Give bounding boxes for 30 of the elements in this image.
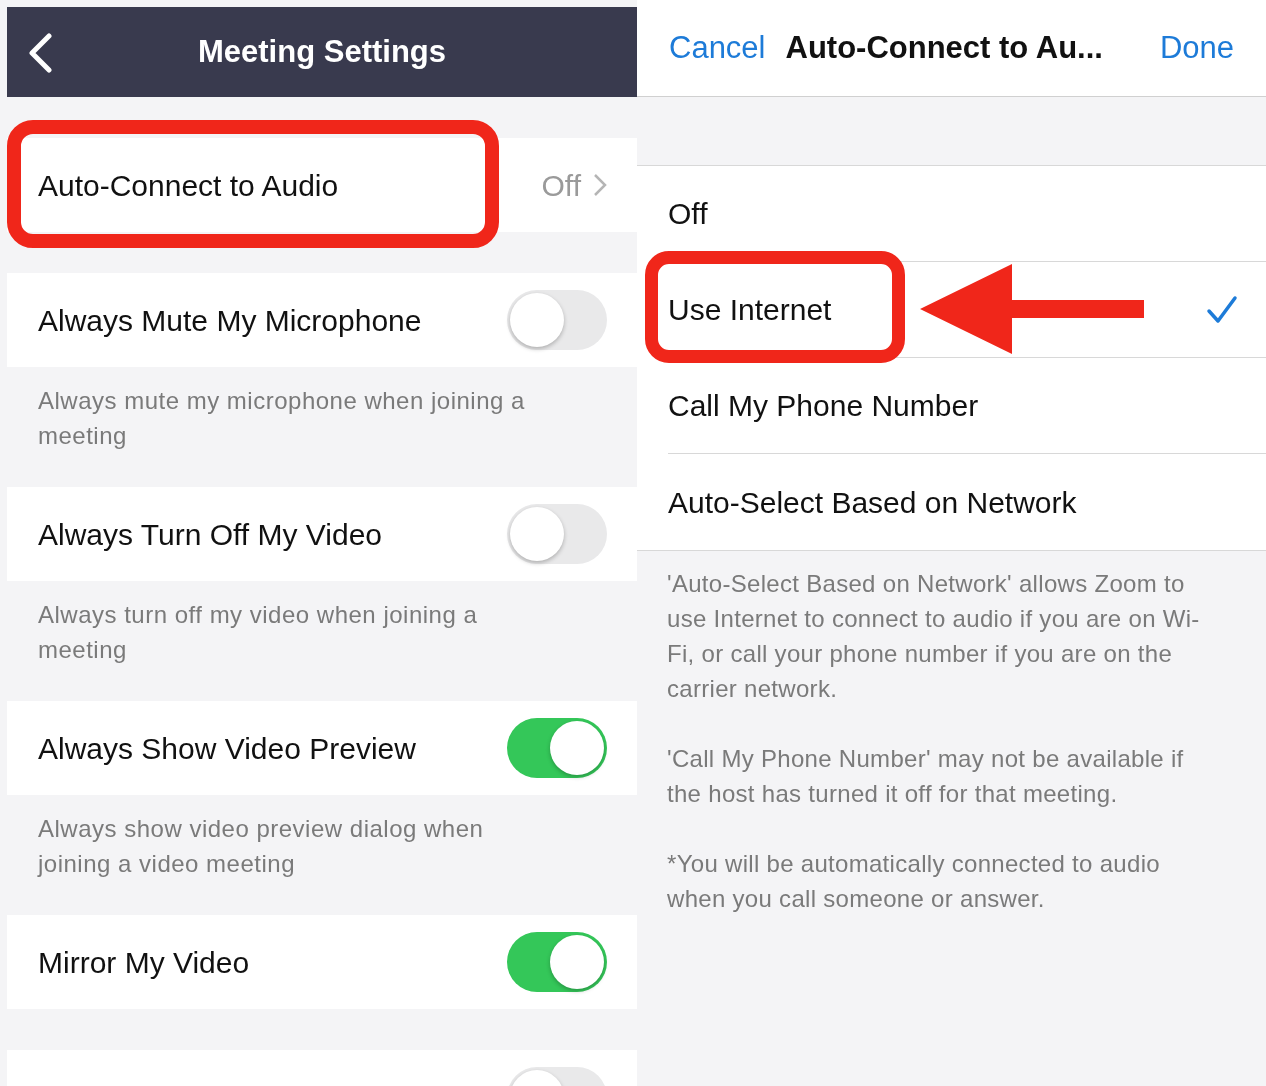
row-label: Always Mute My Microphone <box>38 302 423 339</box>
row-label: Always Turn Off My Video <box>38 516 384 553</box>
toggle-switch[interactable] <box>507 290 607 350</box>
note-text: 'Call My Phone Number' may not be available if the host has turned it off for that meeting. <box>667 744 1185 809</box>
toggle-switch[interactable] <box>507 932 607 992</box>
row-value: Off <box>541 167 581 204</box>
settings-row[interactable]: Auto-Connect to Audio Off <box>7 138 637 232</box>
row-description: Always mute my microphone when joining a meeting <box>38 386 526 451</box>
settings-row[interactable]: Mirror My Video <box>7 915 637 1009</box>
toggle-switch[interactable] <box>507 504 607 564</box>
settings-row[interactable]: Always Mute My Microphone <box>7 273 637 367</box>
audio-option[interactable]: Call My Phone Number <box>668 358 1266 454</box>
audio-option[interactable]: Auto-Select Based on Network <box>668 454 1266 550</box>
row-description: Always show video preview dialog when joining a video meeting <box>38 814 485 879</box>
note-text: 'Auto-Select Based on Network' allows Zoom to use Internet to connect to audio if you are on Wi-Fi, or call your phone number if you are on the carrier network. <box>667 569 1201 704</box>
back-icon[interactable] <box>27 33 53 73</box>
row-label: Auto-Connect to Audio <box>38 167 340 204</box>
note-text: *You will be automatically connected to audio when you call someone or answer. <box>667 849 1161 914</box>
cancel-button[interactable]: Cancel <box>669 24 766 72</box>
settings-row[interactable]: Always Turn Off My Video <box>7 487 637 581</box>
audio-option[interactable]: Off <box>668 166 1266 262</box>
row-label: Mirror My Video <box>38 944 251 981</box>
row-label: Always Show Video Preview <box>38 730 417 767</box>
done-button[interactable]: Done <box>1159 24 1234 72</box>
toggle-switch[interactable] <box>507 718 607 778</box>
chevron-right-icon <box>593 173 607 197</box>
settings-row[interactable]: Always Show Video Preview <box>7 701 637 795</box>
row-description: Always turn off my video when joining a meeting <box>38 600 479 665</box>
screen-title: Meeting Settings <box>198 32 446 71</box>
screen-title: Auto-Connect to Au... <box>785 28 1104 67</box>
